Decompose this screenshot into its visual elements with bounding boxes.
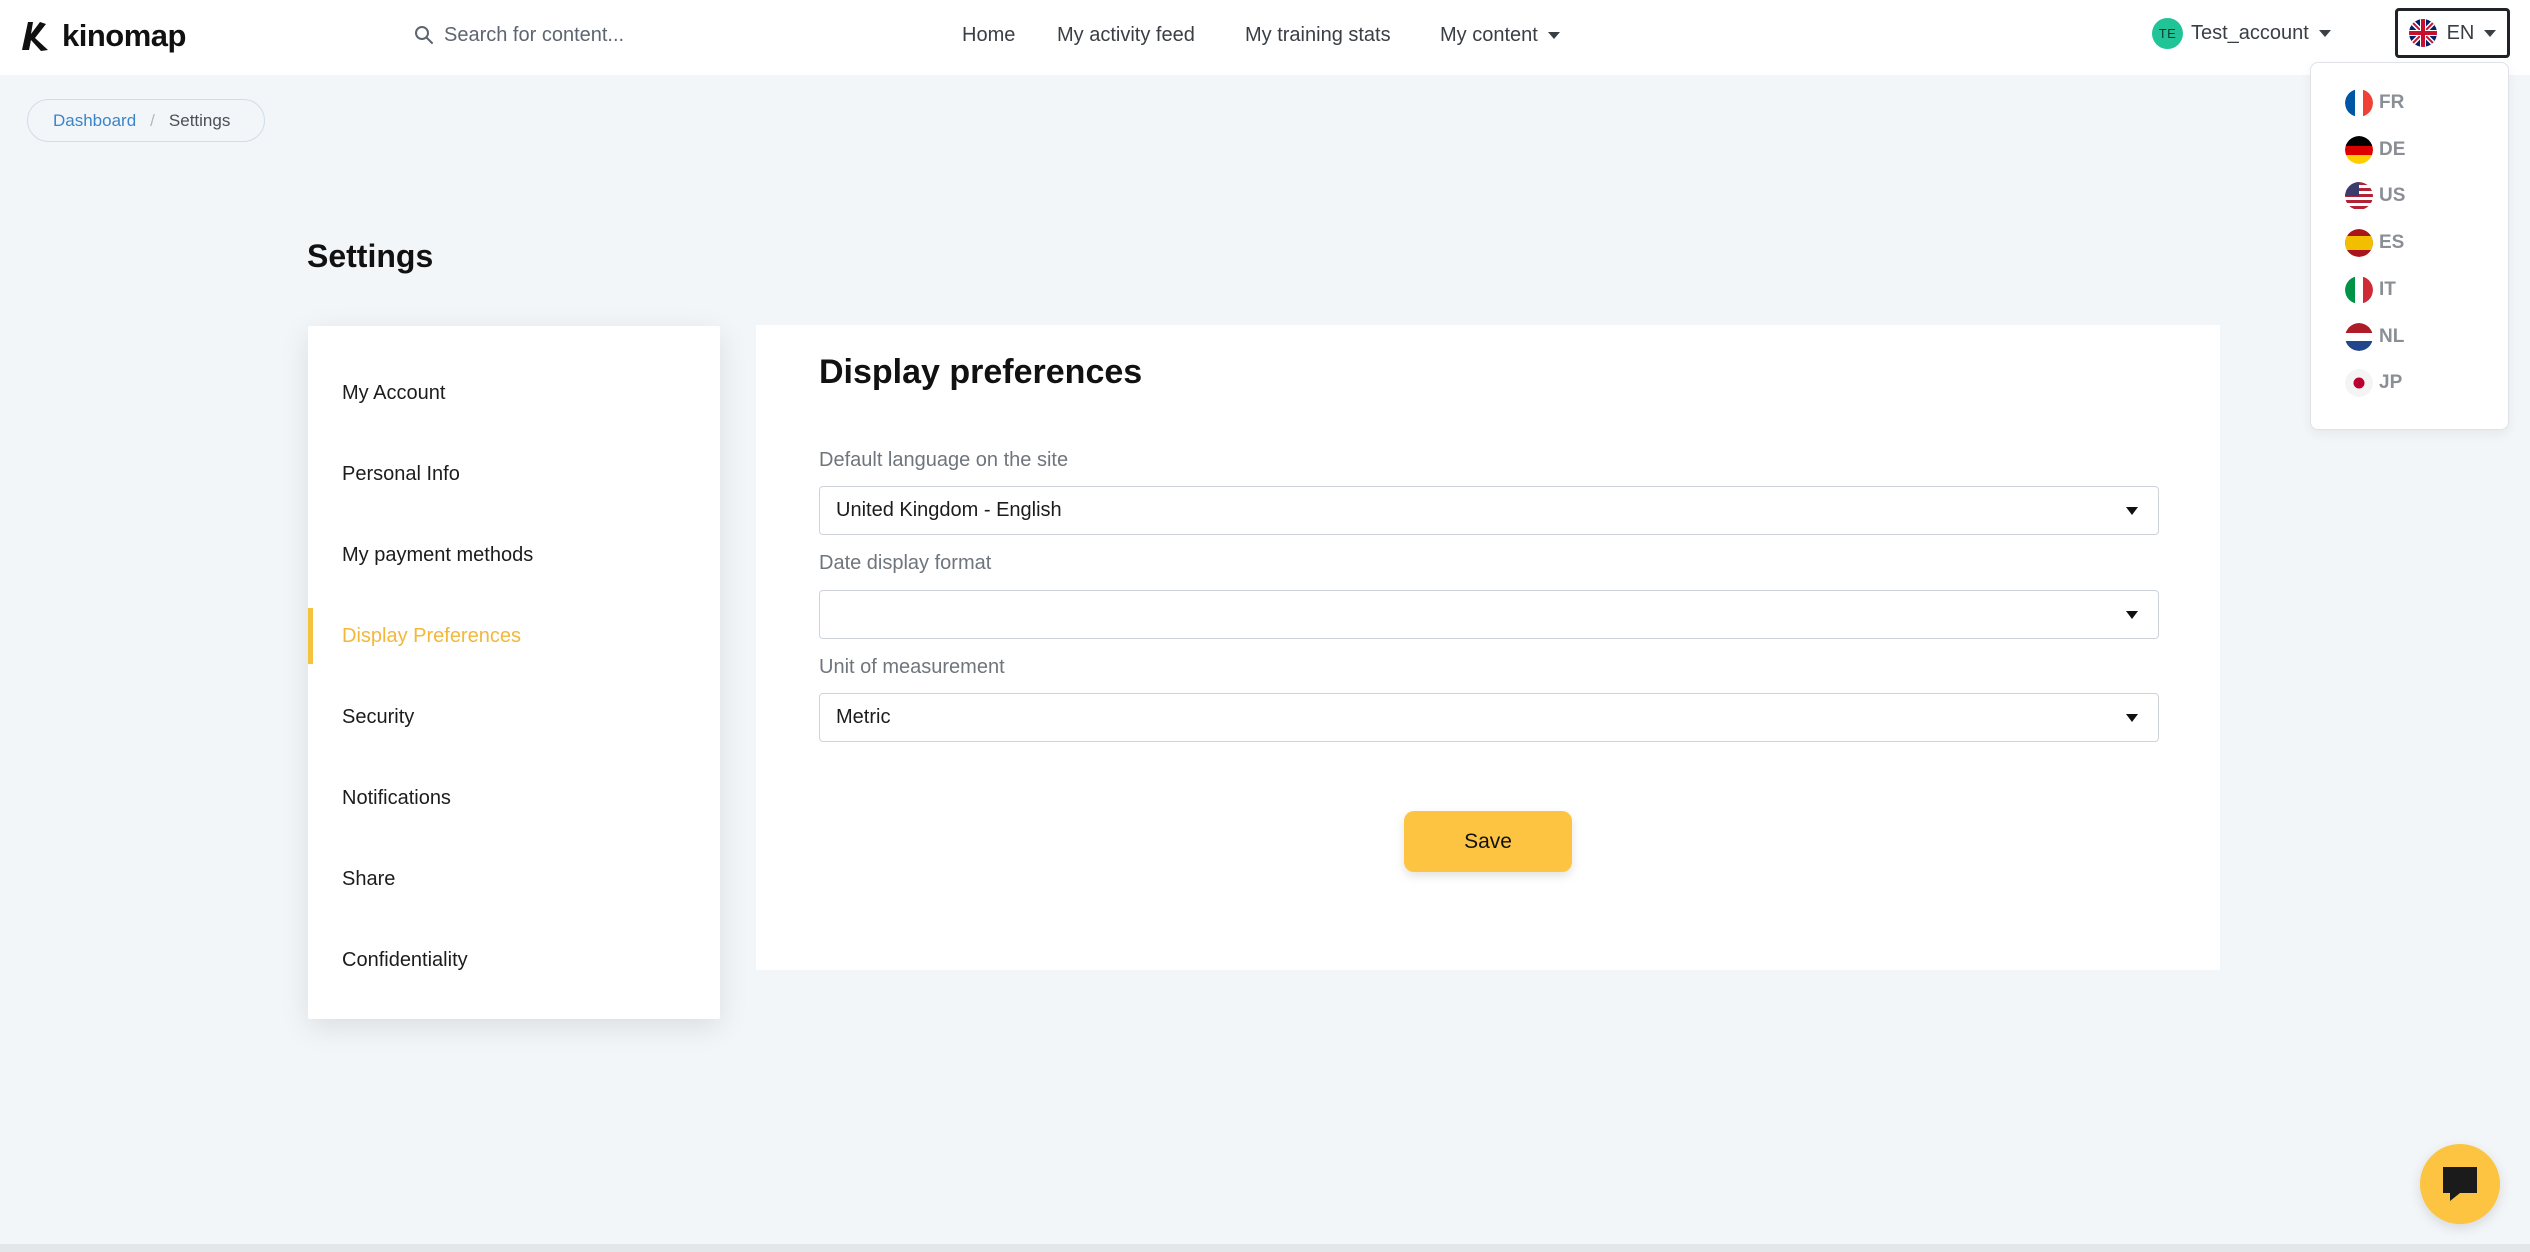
- dropdown-arrow-icon: [2126, 611, 2138, 619]
- dropdown-arrow-icon: [2126, 714, 2138, 722]
- sidebar-item-notifications[interactable]: Notifications: [308, 770, 720, 826]
- sidebar-item-payment-methods[interactable]: My payment methods: [308, 527, 720, 583]
- nav-my-content-label: My content: [1440, 23, 1538, 46]
- panel-title: Display preferences: [819, 353, 1143, 391]
- jp-flag-icon: [2345, 369, 2373, 397]
- page-title: Settings: [307, 238, 434, 274]
- unit-select-label: Unit of measurement: [819, 656, 1005, 678]
- language-option-fr[interactable]: FR: [2345, 89, 2404, 117]
- unit-select[interactable]: Metric: [819, 693, 2159, 742]
- language-option-label: FR: [2379, 92, 2405, 113]
- nl-flag-icon: [2345, 323, 2373, 351]
- search-placeholder[interactable]: Search for content...: [444, 24, 624, 47]
- language-option-us[interactable]: US: [2345, 182, 2405, 210]
- nav-training-stats[interactable]: My training stats: [1245, 18, 1391, 52]
- chevron-down-icon: [2484, 29, 2497, 37]
- it-flag-icon: [2345, 276, 2373, 304]
- dropdown-arrow-icon: [2126, 507, 2138, 515]
- language-option-label: IT: [2379, 279, 2396, 300]
- settings-sidebar: My Account Personal Info My payment meth…: [308, 326, 720, 1019]
- de-flag-icon: [2345, 136, 2373, 164]
- breadcrumb: Dashboard / Settings: [27, 99, 265, 142]
- language-option-nl[interactable]: NL: [2345, 323, 2404, 351]
- chat-icon: [2443, 1167, 2477, 1201]
- save-button[interactable]: Save: [1404, 811, 1572, 872]
- sidebar-item-security[interactable]: Security: [308, 689, 720, 745]
- language-option-label: DE: [2379, 139, 2406, 160]
- language-option-jp[interactable]: JP: [2345, 369, 2402, 397]
- bottom-strip: [0, 1244, 2530, 1252]
- chevron-down-icon: [1547, 31, 1560, 39]
- fr-flag-icon: [2345, 89, 2373, 117]
- us-flag-icon: [2345, 182, 2373, 210]
- uk-flag-icon: [2408, 19, 2437, 47]
- language-option-es[interactable]: ES: [2345, 229, 2404, 257]
- kinomap-logo-icon: [22, 22, 48, 51]
- account-name: Test_account: [2191, 21, 2309, 44]
- avatar: TE: [2152, 17, 2183, 49]
- sidebar-item-share[interactable]: Share: [308, 851, 720, 907]
- nav-home[interactable]: Home: [962, 18, 1015, 52]
- date-format-select[interactable]: [819, 590, 2159, 639]
- display-preferences-panel: Display preferences Default language on …: [756, 325, 2220, 970]
- language-option-label: NL: [2379, 326, 2405, 347]
- breadcrumb-current: Settings: [168, 110, 231, 130]
- language-option-label: JP: [2379, 372, 2403, 393]
- sidebar-item-confidentiality[interactable]: Confidentiality: [308, 932, 720, 988]
- language-option-label: US: [2379, 185, 2406, 206]
- language-select-value: United Kingdom - English: [836, 499, 1062, 521]
- language-select-label: Default language on the site: [819, 449, 1069, 471]
- search-box[interactable]: Search for content...: [414, 18, 624, 52]
- es-flag-icon: [2345, 229, 2373, 257]
- nav-my-content[interactable]: My content: [1440, 18, 1560, 52]
- language-option-de[interactable]: DE: [2345, 136, 2405, 164]
- chat-button[interactable]: [2420, 1144, 2500, 1224]
- sidebar-item-display-preferences[interactable]: Display Preferences: [308, 608, 720, 664]
- date-format-select-label: Date display format: [819, 552, 992, 574]
- breadcrumb-separator: /: [150, 110, 155, 130]
- nav-activity-feed[interactable]: My activity feed: [1057, 18, 1195, 52]
- top-navbar: kinomap Search for content... Home My ac…: [0, 0, 2530, 75]
- account-menu[interactable]: TE Test_account: [2152, 16, 2331, 50]
- unit-select-value: Metric: [836, 706, 891, 728]
- language-dropdown: FR DE US ES IT NL JP: [2310, 62, 2509, 430]
- chevron-down-icon: [2318, 29, 2331, 37]
- language-selector-button[interactable]: EN: [2395, 8, 2510, 58]
- sidebar-item-personal-info[interactable]: Personal Info: [308, 446, 720, 502]
- language-option-label: ES: [2379, 232, 2405, 253]
- search-icon: [415, 26, 433, 44]
- language-option-it[interactable]: IT: [2345, 276, 2396, 304]
- language-current: EN: [2446, 21, 2475, 44]
- logo-text: kinomap: [62, 18, 186, 53]
- logo[interactable]: kinomap: [18, 14, 186, 58]
- breadcrumb-dashboard[interactable]: Dashboard: [53, 111, 136, 131]
- sidebar-item-my-account[interactable]: My Account: [308, 365, 720, 421]
- language-select[interactable]: United Kingdom - English: [819, 486, 2159, 535]
